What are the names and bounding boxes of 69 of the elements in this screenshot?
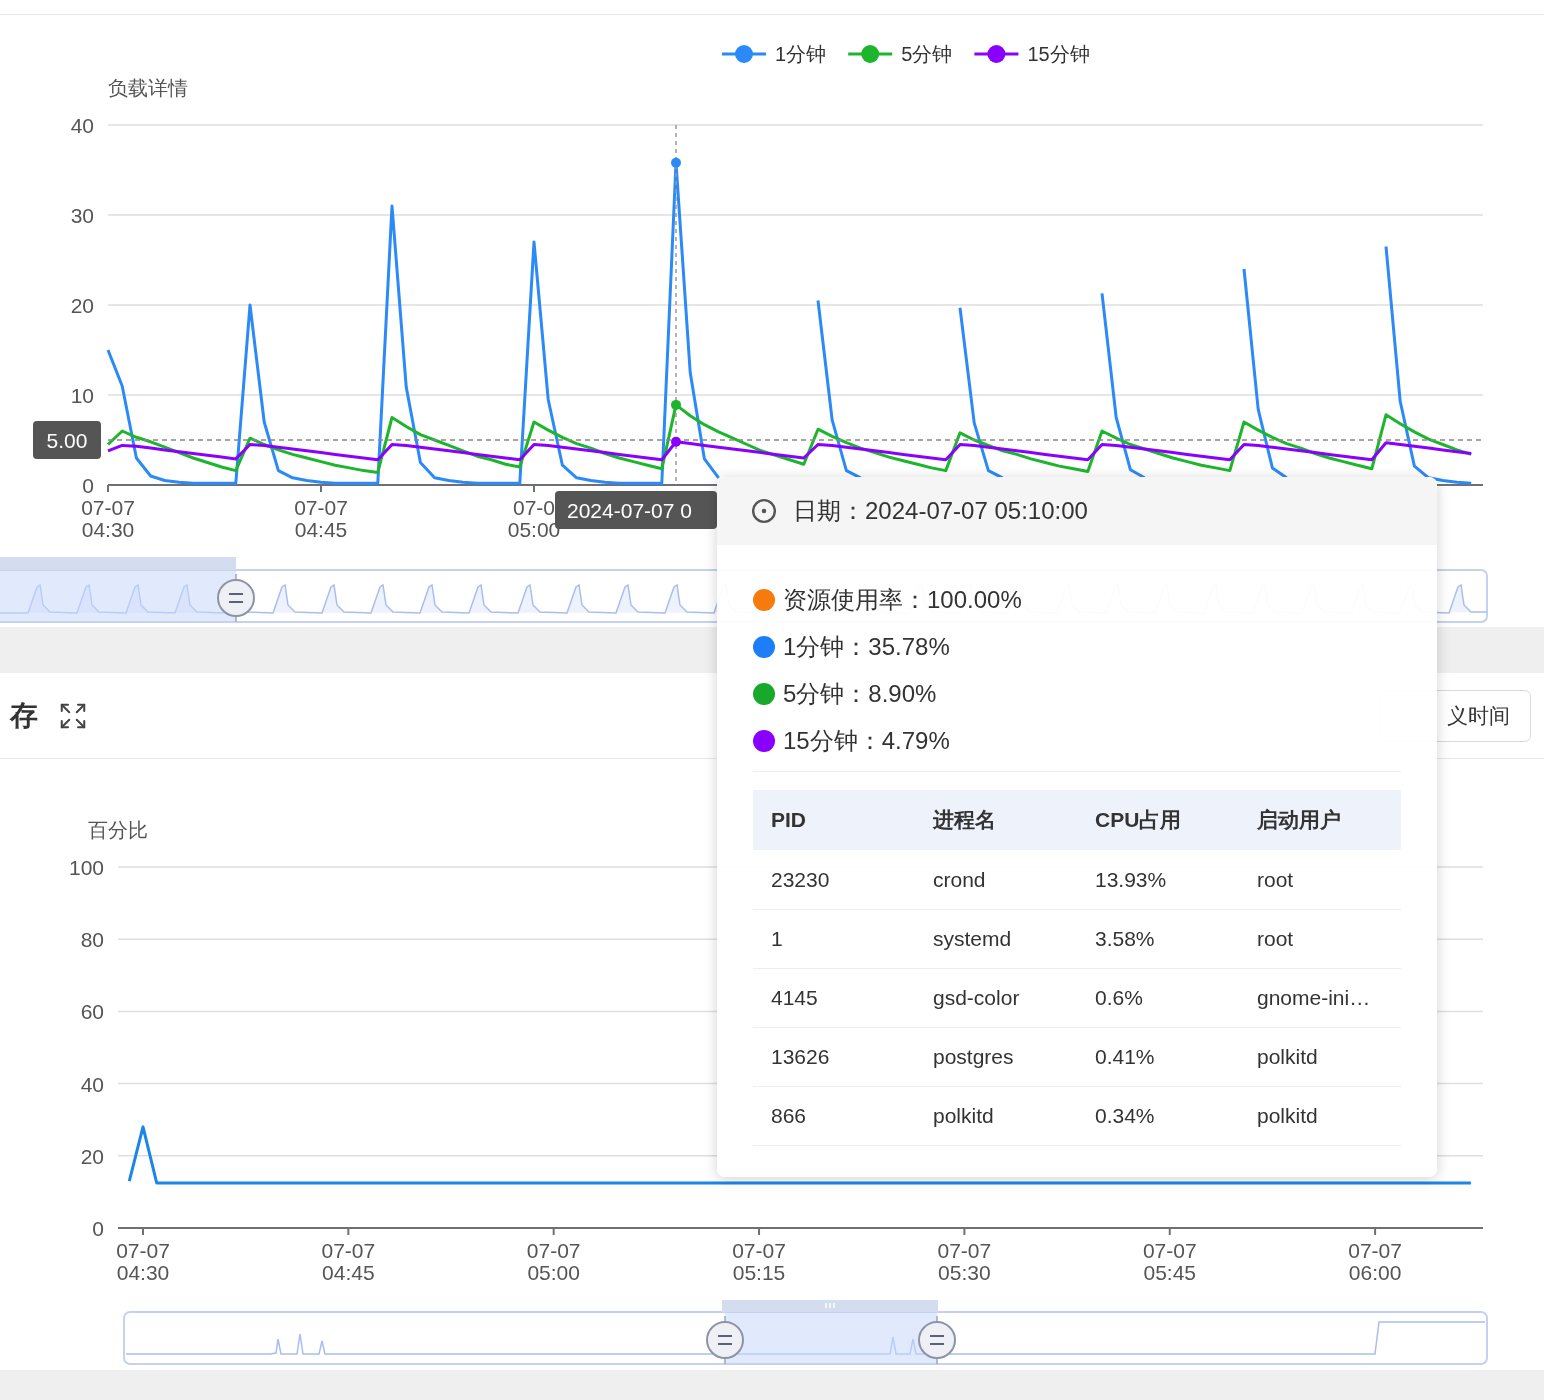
axis-label: 80 — [80, 928, 104, 952]
legend-marker-icon[interactable] — [848, 45, 893, 63]
table-cell: postgres — [915, 1027, 1077, 1086]
axis-label: 100 — [68, 856, 104, 879]
data-point — [671, 157, 681, 168]
tooltip-date: 日期：2024-07-07 05:10:00 — [793, 496, 1088, 526]
table-cell: 1 — [753, 909, 915, 968]
legend-label[interactable]: 15分钟 — [1027, 43, 1090, 65]
slider-drag-bar[interactable] — [722, 1300, 938, 1312]
table-cell: crond — [915, 850, 1077, 909]
table-cell: 3.58% — [1077, 909, 1239, 968]
axis-pointer-label: 2024-07-07 0 — [555, 491, 717, 529]
data-point — [671, 436, 681, 447]
table-cell: root — [1239, 909, 1401, 968]
axis-label: 0 — [82, 474, 94, 497]
axis-title: 负载详情 — [108, 77, 188, 99]
axis-label: 07-07 05:00 — [526, 1239, 581, 1284]
table-cell: 4145 — [753, 968, 915, 1027]
table-cell: polkitd — [1239, 1086, 1401, 1145]
table-cell: 13.93% — [1077, 850, 1239, 909]
axis-label: 07-07 04:30 — [116, 1239, 170, 1284]
axis-label: 07-07 05:30 — [937, 1239, 992, 1284]
table-cell: 0.34% — [1077, 1086, 1239, 1145]
axis-label: 40 — [70, 114, 94, 137]
table-cell: polkitd — [1239, 1027, 1401, 1086]
axis-label: 07-07 05:45 — [1142, 1239, 1197, 1284]
tooltip-value: 5分钟：8.90% — [783, 678, 937, 709]
axis-label: 10 — [70, 384, 94, 407]
axis-label: 60 — [80, 1000, 104, 1024]
table-cell: 23230 — [753, 850, 915, 909]
column-header: 启动用户 — [1239, 790, 1401, 850]
slider-handle[interactable] — [706, 1315, 744, 1365]
tooltip-value: 15分钟：4.79% — [783, 725, 950, 756]
tooltip-value: 资源使用率：100.00% — [783, 584, 1022, 615]
legend-label[interactable]: 1分钟 — [775, 43, 827, 65]
axis-label: 07-07 05:15 — [732, 1239, 786, 1284]
table-cell: 0.6% — [1077, 968, 1239, 1027]
tooltip-value: 1分钟：35.78% — [783, 631, 950, 662]
axis-label: 07-07 04:45 — [321, 1239, 376, 1284]
panel-title: 存 — [10, 698, 38, 733]
target-icon — [751, 498, 777, 524]
column-header: 进程名 — [915, 790, 1077, 850]
axis-pointer-label: 5.00 — [33, 421, 101, 459]
axis-label: 30 — [70, 204, 94, 227]
axis-label: 20 — [80, 1144, 104, 1168]
axis-label: 07-07 04:30 — [81, 496, 135, 541]
axis-label: 07-07 04:45 — [294, 496, 348, 541]
axis-label: 07-07 06:00 — [1348, 1239, 1402, 1284]
legend-marker-icon[interactable] — [974, 45, 1019, 63]
legend-label[interactable]: 5分钟 — [901, 43, 953, 65]
range-slider[interactable] — [123, 1311, 1488, 1365]
slider-handle[interactable] — [918, 1315, 956, 1365]
column-header: CPU占用 — [1077, 790, 1239, 850]
slider-handle[interactable] — [217, 573, 255, 623]
table-cell: gnome-ini… — [1239, 968, 1401, 1027]
table-cell: systemd — [915, 909, 1077, 968]
table-cell: gsd-color — [915, 968, 1077, 1027]
table-cell: 13626 — [753, 1027, 915, 1086]
axis-label: 40 — [80, 1072, 104, 1096]
table-cell: 0.41% — [1077, 1027, 1239, 1086]
data-point — [671, 399, 681, 410]
column-header: PID — [753, 790, 915, 850]
legend-marker-icon[interactable] — [722, 45, 766, 63]
axis-title: 百分比 — [88, 819, 148, 841]
axis-label: 0 — [92, 1217, 104, 1240]
table-cell: 866 — [753, 1086, 915, 1145]
table-cell: polkitd — [915, 1086, 1077, 1145]
axis-label: 20 — [70, 294, 94, 317]
table-cell: root — [1239, 850, 1401, 909]
